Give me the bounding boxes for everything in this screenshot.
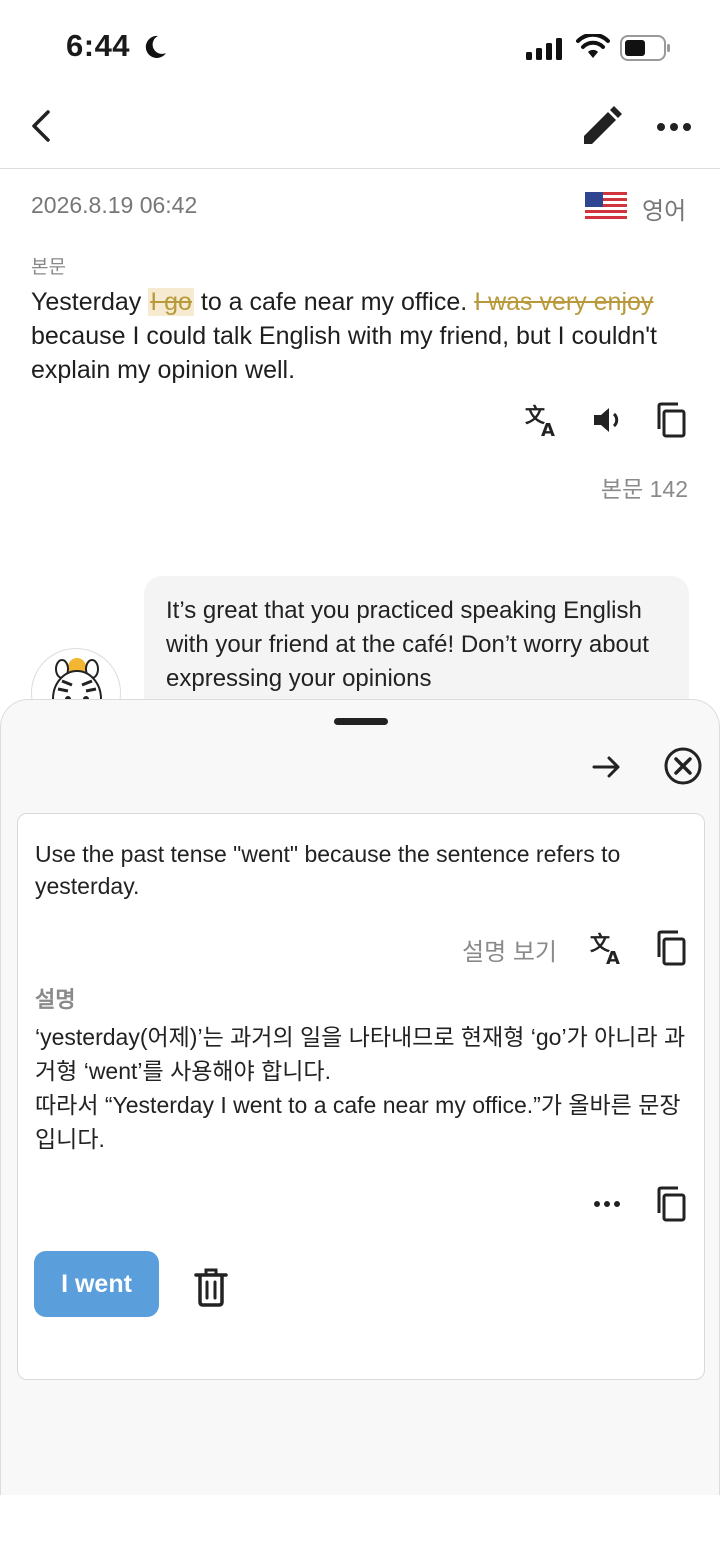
status-time: 6:44 bbox=[66, 28, 131, 63]
explanation-text: ‘yesterday(어제)’는 과거의 일을 나타내므로 현재형 ‘go’가 … bbox=[35, 1020, 695, 1156]
body-text-segment: to a cafe near my office. bbox=[193, 288, 475, 316]
language-label[interactable]: 영어 bbox=[642, 191, 686, 226]
correction-card: Use the past tense "went" because the se… bbox=[17, 813, 705, 1380]
explanation-line: 따라서 “Yesterday I went to a cafe near my … bbox=[35, 1092, 681, 1152]
moon-icon bbox=[145, 35, 166, 58]
sheet-drag-handle[interactable] bbox=[334, 718, 388, 725]
battery-icon bbox=[620, 35, 670, 61]
svg-text:A: A bbox=[606, 948, 620, 966]
correction-sheet: Use the past tense "went" because the se… bbox=[0, 699, 720, 1495]
apply-correction-button[interactable]: I went bbox=[34, 1251, 159, 1317]
explanation-line: ‘yesterday(어제)’는 과거의 일을 나타내므로 현재형 ‘go’가 … bbox=[35, 1024, 686, 1084]
entry-body-text: Yesterday I go to a cafe near my office.… bbox=[31, 285, 691, 387]
body-text-segment: Yesterday bbox=[31, 288, 149, 316]
translate-icon[interactable]: 文 A bbox=[590, 930, 626, 966]
char-count: 본문 142 bbox=[600, 476, 688, 502]
edit-icon[interactable] bbox=[578, 106, 624, 150]
cellular-signal-icon bbox=[526, 38, 562, 60]
trash-icon[interactable] bbox=[192, 1266, 230, 1308]
entry-date: 2026.8.19 06:42 bbox=[31, 192, 198, 218]
explanation-label: 설명 bbox=[35, 987, 76, 1012]
back-icon[interactable] bbox=[26, 108, 60, 144]
wifi-icon bbox=[576, 34, 610, 58]
more-icon[interactable] bbox=[592, 1192, 622, 1216]
correction-suggestion: Use the past tense "went" because the se… bbox=[35, 841, 621, 899]
status-bar: 6:44 bbox=[0, 0, 720, 96]
svg-text:A: A bbox=[541, 420, 555, 438]
nav-bar bbox=[0, 96, 720, 169]
copy-icon[interactable] bbox=[654, 930, 690, 966]
error-phrase[interactable]: I go bbox=[148, 288, 194, 316]
copy-icon[interactable] bbox=[654, 1186, 690, 1222]
more-icon[interactable] bbox=[656, 120, 692, 134]
close-icon[interactable] bbox=[663, 746, 703, 786]
copy-icon[interactable] bbox=[654, 402, 690, 438]
show-explanation-button[interactable]: 설명 보기 bbox=[462, 932, 557, 967]
feedback-message: It’s great that you practiced speaking E… bbox=[166, 597, 649, 692]
body-label: 본문 bbox=[31, 257, 66, 278]
arrow-right-icon[interactable] bbox=[591, 752, 623, 782]
translate-icon[interactable]: 文 A bbox=[525, 402, 561, 438]
feedback-bubble: It’s great that you practiced speaking E… bbox=[144, 576, 689, 716]
body-text-segment: because I could talk English with my fri… bbox=[31, 322, 657, 384]
error-phrase[interactable]: I was very enjoy bbox=[474, 288, 653, 316]
speaker-icon[interactable] bbox=[590, 402, 626, 438]
us-flag-icon bbox=[585, 192, 627, 219]
